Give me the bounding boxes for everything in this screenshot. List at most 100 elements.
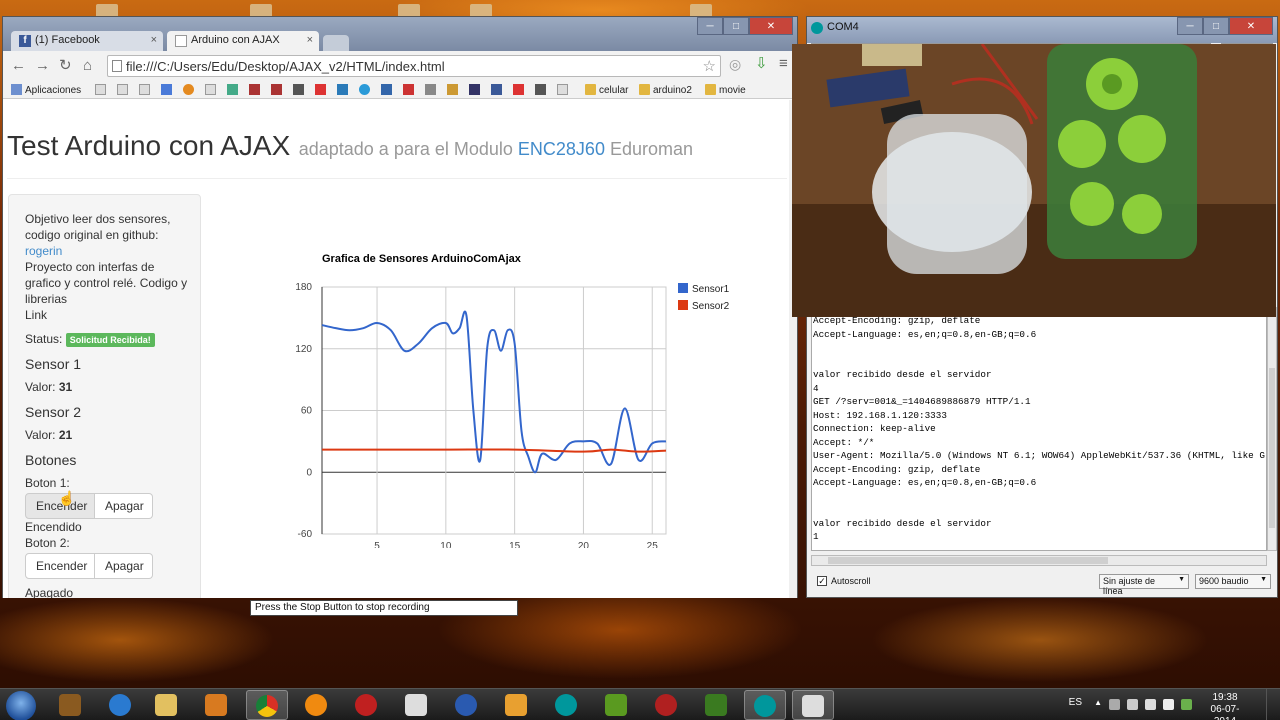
page-viewport: Test Arduino con AJAX adaptado a para el… bbox=[3, 100, 791, 598]
back-icon[interactable]: ← bbox=[11, 58, 26, 74]
tab-arduino[interactable]: Arduino con AJAX × bbox=[167, 31, 319, 51]
taskbar-app-dreamweaver[interactable] bbox=[696, 690, 738, 720]
taskbar-app-record[interactable] bbox=[346, 690, 388, 720]
extension-icon[interactable]: ◎ bbox=[729, 56, 741, 72]
chevron-down-icon: ▼ bbox=[1260, 576, 1267, 583]
close-icon[interactable]: ✕ bbox=[749, 17, 793, 35]
address-bar[interactable]: file:///C:/Users/Edu/Desktop/AJAX_v2/HTM… bbox=[107, 55, 721, 77]
bookmark-site-icon[interactable] bbox=[535, 84, 549, 97]
device-icon[interactable] bbox=[1127, 699, 1138, 710]
bookmark-page-icon[interactable] bbox=[95, 84, 109, 97]
bookmark-site-icon[interactable] bbox=[271, 84, 285, 97]
taskbar-app-arduino[interactable] bbox=[546, 690, 588, 720]
boton2-apagar-button[interactable]: Apagar bbox=[95, 553, 153, 579]
taskbar-app-arduino-2[interactable] bbox=[744, 690, 786, 720]
bookmark-site-icon[interactable] bbox=[447, 84, 461, 97]
boton1-apagar-button[interactable]: Apagar bbox=[95, 493, 153, 519]
show-desktop-button[interactable] bbox=[1266, 689, 1280, 720]
maximize-icon[interactable]: □ bbox=[1203, 17, 1229, 35]
bookmark-folder-arduino2[interactable]: arduino2 bbox=[639, 84, 692, 97]
bookmark-site-icon[interactable] bbox=[183, 84, 197, 97]
taskbar-app-tool[interactable] bbox=[596, 690, 638, 720]
bookmark-site-icon[interactable] bbox=[403, 84, 417, 97]
minimize-icon[interactable]: ─ bbox=[697, 17, 723, 35]
network-icon[interactable] bbox=[1145, 699, 1156, 710]
sensor2-heading: Sensor 2 bbox=[25, 404, 82, 420]
bookmark-site-icon[interactable] bbox=[469, 84, 483, 97]
taskbar-app-media[interactable] bbox=[196, 690, 238, 720]
bookmark-page-icon[interactable] bbox=[205, 84, 219, 97]
bookmark-site-icon[interactable] bbox=[425, 84, 439, 97]
window-controls: ─ □ ✕ bbox=[697, 17, 793, 35]
bookmark-site-icon[interactable] bbox=[381, 84, 395, 97]
minimize-icon[interactable]: ─ bbox=[1177, 17, 1203, 35]
taskbar-app-orb[interactable] bbox=[296, 690, 338, 720]
taskbar-app-power[interactable] bbox=[446, 690, 488, 720]
code-link[interactable]: Link bbox=[25, 307, 188, 323]
menu-icon[interactable]: ≡ bbox=[779, 56, 788, 72]
baud-select[interactable]: 9600 baudio ▼ bbox=[1195, 574, 1271, 589]
x-tick-label: 15 bbox=[509, 541, 521, 548]
y-tick-label: 180 bbox=[295, 282, 312, 293]
serial-line: User-Agent: Mozilla/5.0 (Windows NT 6.1;… bbox=[813, 450, 1265, 461]
module-link[interactable]: ENC28J60 bbox=[518, 139, 605, 159]
folder-label: movie bbox=[719, 85, 746, 96]
status-row: Status: Solicitud Recibida! bbox=[25, 331, 188, 347]
language-indicator[interactable]: ES bbox=[1069, 697, 1082, 708]
bookmark-folder-celular[interactable]: celular bbox=[585, 84, 628, 97]
forward-icon[interactable]: → bbox=[35, 58, 50, 74]
autoscroll-label: Autoscroll bbox=[831, 576, 871, 586]
webcam-overlay bbox=[792, 44, 1276, 317]
bookmark-site-icon[interactable] bbox=[359, 84, 373, 97]
bookmark-apps[interactable]: Aplicaciones bbox=[11, 84, 81, 97]
clock[interactable]: 19:38 06-07-2014 bbox=[1200, 692, 1250, 720]
bookmark-folder-movie[interactable]: movie bbox=[705, 84, 746, 97]
boton2-encender-button[interactable]: Encender bbox=[25, 553, 95, 579]
reload-icon[interactable]: ↻ bbox=[59, 58, 72, 74]
home-icon[interactable]: ⌂ bbox=[83, 58, 92, 74]
value-label: Valor: bbox=[25, 380, 56, 394]
maximize-icon[interactable]: □ bbox=[723, 17, 749, 35]
taskbar-app-calendar[interactable] bbox=[396, 690, 438, 720]
close-icon[interactable]: × bbox=[307, 34, 313, 46]
window-controls: ─ □ ✕ bbox=[1177, 17, 1273, 35]
new-tab-button[interactable] bbox=[323, 35, 349, 51]
bookmark-site-icon[interactable] bbox=[513, 84, 527, 97]
close-icon[interactable]: × bbox=[151, 34, 157, 46]
taskbar-app-explorer[interactable] bbox=[146, 690, 188, 720]
flag-icon[interactable] bbox=[1109, 699, 1120, 710]
taskbar-app-outlook[interactable] bbox=[496, 690, 538, 720]
taskbar-app-ie[interactable] bbox=[100, 690, 142, 720]
taskbar-app-chrome[interactable] bbox=[246, 690, 288, 720]
bookmark-page-icon[interactable] bbox=[139, 84, 153, 97]
close-icon[interactable]: ✕ bbox=[1229, 17, 1273, 35]
bookmark-facebook-icon[interactable] bbox=[491, 84, 505, 97]
tab-label: Arduino con AJAX bbox=[191, 34, 280, 46]
bookmark-site-icon[interactable] bbox=[249, 84, 263, 97]
boton2-label: Boton 2: bbox=[25, 536, 70, 550]
boton1-label: Boton 1: bbox=[25, 476, 70, 490]
tab-facebook[interactable]: f (1) Facebook × bbox=[11, 31, 163, 51]
bookmark-site-icon[interactable] bbox=[315, 84, 329, 97]
volume-icon[interactable] bbox=[1163, 699, 1174, 710]
serial-horizontal-scrollbar[interactable] bbox=[811, 555, 1267, 566]
line-ending-select[interactable]: Sin ajuste de línea ▼ bbox=[1099, 574, 1189, 596]
bookmark-page-icon[interactable] bbox=[557, 84, 571, 97]
taskbar-app-window[interactable] bbox=[792, 690, 834, 720]
start-button[interactable] bbox=[6, 691, 36, 720]
rogerin-link[interactable]: rogerin bbox=[25, 243, 188, 259]
taskbar-app-game[interactable] bbox=[50, 690, 92, 720]
bookmark-page-icon[interactable] bbox=[117, 84, 131, 97]
bookmark-site-icon[interactable] bbox=[337, 84, 351, 97]
serial-vertical-scrollbar[interactable] bbox=[1267, 307, 1277, 551]
download-icon[interactable]: ⇩ bbox=[755, 56, 768, 72]
drive-icon[interactable] bbox=[1181, 699, 1192, 710]
bookmark-star-icon[interactable]: ☆ bbox=[703, 57, 716, 75]
show-hidden-icons[interactable]: ▲ bbox=[1094, 698, 1102, 707]
serial-line bbox=[813, 355, 1266, 369]
bookmark-site-icon[interactable] bbox=[293, 84, 307, 97]
bookmark-site-icon[interactable] bbox=[227, 84, 241, 97]
autoscroll-checkbox[interactable]: ✓ bbox=[817, 576, 827, 586]
bookmark-google-icon[interactable] bbox=[161, 84, 175, 97]
taskbar-app-red[interactable] bbox=[646, 690, 688, 720]
